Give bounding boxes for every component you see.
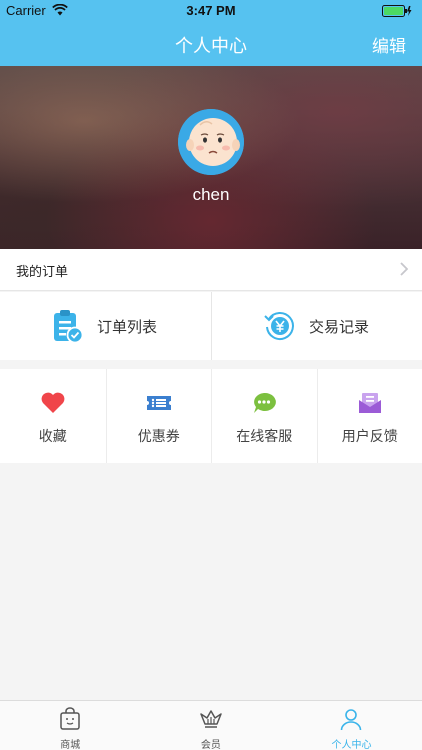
online-support-label: 在线客服 xyxy=(236,429,293,445)
coupons-button[interactable]: 优惠券 xyxy=(105,369,212,463)
profile-header: chen xyxy=(0,66,422,249)
tab-mall-label: 商城 xyxy=(60,740,81,750)
order-list-label: 订单列表 xyxy=(97,318,158,336)
coupons-label: 优惠券 xyxy=(137,429,180,445)
online-support-button[interactable]: 在线客服 xyxy=(211,369,317,463)
edit-button[interactable]: 编辑 xyxy=(372,32,406,57)
status-bar: Carrier 3:47 PM xyxy=(0,0,422,22)
clipboard-check-icon xyxy=(54,310,83,344)
feedback-label: 用户反馈 xyxy=(341,429,398,445)
order-list-button[interactable]: 订单列表 xyxy=(0,292,211,360)
nav-bar: 个人中心 编辑 xyxy=(0,22,422,66)
shopping-bag-icon xyxy=(60,707,81,730)
tab-profile[interactable]: 个人中心 xyxy=(281,701,422,750)
favorites-label: 收藏 xyxy=(38,429,67,445)
tab-member-label: 会员 xyxy=(200,740,221,750)
services-grid: 收藏 优惠券 在线客服 用户反馈 xyxy=(0,369,422,463)
transaction-history-label: 交易记录 xyxy=(309,318,370,336)
order-actions: 订单列表 交易记录 xyxy=(0,292,422,360)
tab-bar: 商城 会员 个人中心 xyxy=(0,700,422,750)
tab-member[interactable]: 会员 xyxy=(141,701,282,750)
person-icon xyxy=(341,709,362,731)
chat-bubble-icon xyxy=(254,392,277,413)
my-orders-label: 我的订单 xyxy=(16,265,69,280)
tab-profile-label: 个人中心 xyxy=(331,740,372,750)
yuan-history-icon xyxy=(264,312,294,340)
battery-icon xyxy=(382,5,412,17)
tab-mall[interactable]: 商城 xyxy=(0,701,141,750)
ticket-icon xyxy=(146,396,171,410)
envelope-icon xyxy=(358,393,381,413)
my-orders-row[interactable]: 我的订单 xyxy=(0,249,422,291)
transaction-history-button[interactable]: 交易记录 xyxy=(211,292,422,360)
avatar[interactable] xyxy=(178,109,244,175)
username: chen xyxy=(192,185,230,204)
clock: 3:47 PM xyxy=(186,3,236,18)
favorites-button[interactable]: 收藏 xyxy=(0,369,106,463)
feedback-button[interactable]: 用户反馈 xyxy=(316,369,422,463)
chevron-right-icon xyxy=(400,262,408,276)
crown-icon xyxy=(200,710,222,728)
heart-icon xyxy=(41,392,65,413)
baby-face-icon xyxy=(178,109,244,175)
page-title: 个人中心 xyxy=(175,36,247,57)
